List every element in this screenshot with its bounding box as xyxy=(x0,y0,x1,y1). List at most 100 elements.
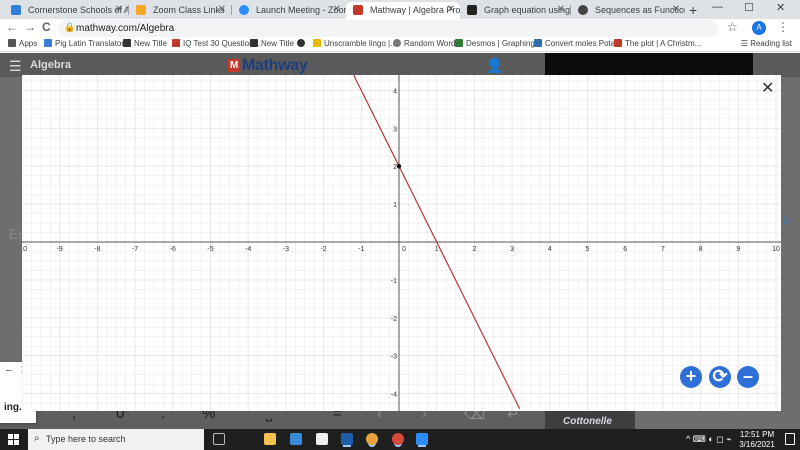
tab-sequences[interactable]: Sequences as Functions: Pra ✕ xyxy=(571,2,685,19)
reset-view-button[interactable]: ⟳ xyxy=(709,366,731,388)
zoom-app-icon[interactable] xyxy=(416,433,428,445)
close-tab-icon[interactable]: ✕ xyxy=(115,2,123,18)
bookmark-convert-moles[interactable]: Convert moles Pota... xyxy=(534,39,622,48)
bookmark-new-title[interactable]: New Title xyxy=(123,39,167,48)
y-tick-label: 3 xyxy=(393,126,397,133)
x-tick-label: -1 xyxy=(358,246,364,253)
bb-icon xyxy=(250,39,258,47)
tab-cornerstone[interactable]: Cornerstone Schools of Alab ✕ xyxy=(4,2,128,19)
section-title[interactable]: Algebra xyxy=(30,59,71,71)
close-tab-icon[interactable]: ✕ xyxy=(557,2,565,18)
profile-avatar[interactable]: A xyxy=(752,21,766,35)
close-tab-icon[interactable]: ✕ xyxy=(333,2,341,18)
reading-list-button[interactable]: ☰ Reading list xyxy=(741,39,792,48)
bookmark-globe[interactable] xyxy=(297,39,308,48)
back-arrow-icon[interactable]: ← xyxy=(6,20,18,34)
mathway-logo[interactable]: M Mathway xyxy=(228,57,308,75)
forward-arrow-icon[interactable]: → xyxy=(24,20,36,34)
notification-center-icon[interactable] xyxy=(785,433,795,445)
bookmarks-bar: Apps Pig Latin Translator... New Title I… xyxy=(0,38,800,52)
chrome-icon[interactable] xyxy=(366,433,378,445)
bottom-ad-text: Cottonelle xyxy=(563,416,612,427)
bookmark-the-plot[interactable]: The plot | A Christm... xyxy=(614,39,701,48)
lock-app-icon[interactable] xyxy=(316,433,328,445)
widget-icon[interactable] xyxy=(238,435,246,443)
x-tick-label: -8 xyxy=(94,246,100,253)
new-tab-button[interactable]: + xyxy=(689,2,697,18)
minimize-icon[interactable]: – xyxy=(6,365,12,376)
minimize-window-icon[interactable]: — xyxy=(712,1,723,13)
iq-icon xyxy=(172,39,180,47)
tab-mathway[interactable]: Mathway | Algebra Problem ✕ xyxy=(346,2,460,19)
store-icon[interactable] xyxy=(290,433,302,445)
quizlet-favicon-icon xyxy=(467,5,477,15)
chrome-profile-icon[interactable] xyxy=(392,433,404,445)
tab-title: Zoom Class Links xyxy=(153,5,225,15)
x-tick-label: -7 xyxy=(132,246,138,253)
task-view-icon[interactable] xyxy=(213,433,225,445)
x-tick-label: -5 xyxy=(207,246,213,253)
bookmark-star-icon[interactable]: ☆ xyxy=(727,20,738,34)
bookmark-desmos[interactable]: Desmos | Graphing... xyxy=(455,39,541,48)
zoom-out-button[interactable]: – xyxy=(737,366,759,388)
ad-choices-icon[interactable]: ▷ xyxy=(784,215,792,226)
menu-kebab-icon[interactable]: ⋮ xyxy=(777,20,789,34)
system-tray[interactable]: ^ ⌨ ◐ ◻ ⌁ xyxy=(686,434,732,445)
file-explorer-icon[interactable] xyxy=(264,433,276,445)
globe-icon xyxy=(297,39,305,47)
y-tick-label: 4 xyxy=(393,88,397,95)
y-tick-label: -4 xyxy=(391,392,397,399)
desmos-icon xyxy=(455,39,463,47)
bookmark-apps[interactable]: Apps xyxy=(8,39,37,48)
top-ad-banner[interactable] xyxy=(545,53,753,77)
zoom-favicon-icon xyxy=(239,5,249,15)
windows-start-icon[interactable] xyxy=(8,434,19,445)
x-tick-label: -10 xyxy=(22,246,27,253)
windows-taskbar: ⌕ Type here to search ^ ⌨ ◐ ◻ ⌁ 12:51 PM… xyxy=(0,429,800,450)
w-icon xyxy=(313,39,321,47)
plot-icon xyxy=(614,39,622,47)
close-tab-icon[interactable]: ✕ xyxy=(447,2,455,18)
browser-tab-strip: Cornerstone Schools of Alab ✕ Zoom Class… xyxy=(0,0,800,19)
x-tick-label: 8 xyxy=(699,246,703,253)
y-tick-label: 1 xyxy=(393,202,397,209)
lock-icon: 🔒 xyxy=(64,22,76,32)
x-tick-label: 0 xyxy=(402,246,406,253)
taskbar-search-box[interactable]: ⌕ Type here to search xyxy=(28,429,204,450)
close-window-icon[interactable]: ✕ xyxy=(776,1,785,14)
close-tab-icon[interactable]: ✕ xyxy=(218,2,226,18)
y-tick-label: -1 xyxy=(391,278,397,285)
bookmark-new-title-2[interactable]: New Title xyxy=(250,39,294,48)
tab-zoom-class-links[interactable]: Zoom Class Links ✕ xyxy=(129,2,231,19)
cornerstone-favicon-icon xyxy=(11,5,21,15)
zoom-in-button[interactable]: + xyxy=(680,366,702,388)
url-text[interactable]: mathway.com/Algebra xyxy=(76,23,174,34)
schoology-icon[interactable] xyxy=(341,433,353,445)
close-tab-icon[interactable]: ✕ xyxy=(672,2,680,18)
close-graph-button[interactable]: ✕ xyxy=(761,78,774,98)
user-account-icon[interactable]: 👤 xyxy=(486,57,503,74)
bookmark-random-word[interactable]: Random Word xyxy=(393,39,455,48)
graph-plot[interactable]: -10-9-8-7-6-5-4-3-2-1012345678910-4-3-2-… xyxy=(22,75,781,411)
x-tick-label: 10 xyxy=(772,246,780,253)
clock[interactable]: 12:51 PM 3/16/2021 xyxy=(739,430,775,450)
x-tick-label: 4 xyxy=(548,246,552,253)
search-icon: ⌕ xyxy=(34,433,40,444)
tab-launch-meeting[interactable]: Launch Meeting - Zoom ✕ xyxy=(232,2,346,19)
x-tick-label: -4 xyxy=(245,246,251,253)
notification-text: ing. xyxy=(4,402,22,413)
bookmark-pig-latin[interactable]: Pig Latin Translator... xyxy=(44,39,130,48)
reload-icon[interactable]: C xyxy=(42,20,51,34)
y-tick-label: -3 xyxy=(391,354,397,361)
tab-graph-equation[interactable]: Graph equation using the sl ✕ xyxy=(460,2,570,19)
browser-toolbar: ← → C 🔒 mathway.com/Algebra ☆ A ⋮ xyxy=(0,19,800,38)
bookmark-iq-test[interactable]: IQ Test 30 Question... xyxy=(172,39,260,48)
x-tick-label: -9 xyxy=(57,246,63,253)
convert-icon xyxy=(534,39,542,47)
bookmark-unscramble[interactable]: Unscramble lingo |... xyxy=(313,39,397,48)
hamburger-menu-icon[interactable]: ☰ xyxy=(9,58,22,75)
maximize-window-icon[interactable]: ☐ xyxy=(744,1,754,14)
address-bar[interactable]: 🔒 mathway.com/Algebra xyxy=(58,20,718,37)
x-tick-label: 6 xyxy=(623,246,627,253)
y-tick-label: -2 xyxy=(391,316,397,323)
